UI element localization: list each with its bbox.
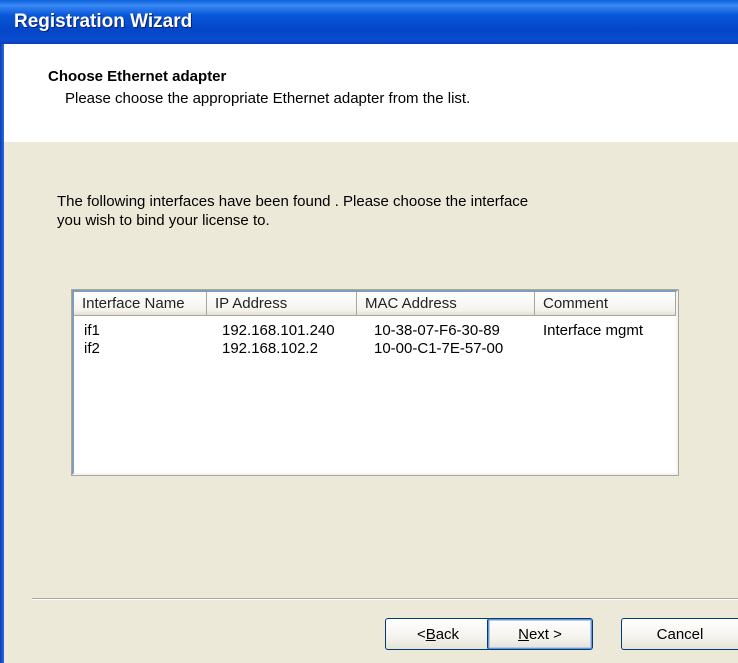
- column-header-comment[interactable]: Comment: [535, 292, 676, 316]
- next-button-rest: ext >: [528, 625, 562, 643]
- back-button-prefix: <: [416, 625, 426, 643]
- back-button[interactable]: < Back: [385, 618, 491, 650]
- cell-interface-name: if1: [84, 322, 100, 339]
- list-item-if2[interactable]: if2 192.168.102.2 10-00-C1-7E-57-00: [74, 340, 676, 358]
- cell-comment: Interface mgmt: [543, 322, 644, 339]
- title-bar[interactable]: Registration Wizard: [0, 0, 738, 44]
- cell-comment: [535, 340, 676, 358]
- column-header-ip-address[interactable]: IP Address: [207, 292, 357, 316]
- instructions-line-2: you wish to bind your license to.: [57, 212, 270, 229]
- list-item-if1[interactable]: if1 192.168.101.240 10-38-07-F6-30-89 In…: [74, 322, 676, 340]
- cancel-button[interactable]: Cancel: [621, 618, 738, 650]
- list-body: if1 192.168.101.240 10-38-07-F6-30-89 In…: [74, 322, 676, 358]
- page-subtitle: Please choose the appropriate Ethernet a…: [65, 90, 471, 107]
- instructions: The following interfaces have been found…: [57, 192, 657, 230]
- cell-mac-address: 10-38-07-F6-30-89: [374, 322, 500, 339]
- column-header-interface-name[interactable]: Interface Name: [74, 292, 207, 316]
- column-header-mac-address[interactable]: MAC Address: [357, 292, 535, 316]
- instructions-line-1: The following interfaces have been found…: [57, 193, 529, 210]
- wizard-header: Choose Ethernet adapter Please choose th…: [4, 44, 738, 142]
- list-header: Interface Name IP Address MAC Address Co…: [74, 292, 676, 316]
- interface-list[interactable]: Interface Name IP Address MAC Address Co…: [71, 289, 679, 476]
- cell-interface-name: if2: [84, 340, 100, 357]
- cell-ip-address: 192.168.101.240: [222, 322, 335, 339]
- back-button-rest: ack: [435, 625, 460, 643]
- next-button-mnemonic: N: [518, 625, 529, 643]
- footer-divider: [32, 598, 738, 600]
- back-button-mnemonic: B: [425, 625, 436, 643]
- window-title: Registration Wizard: [14, 11, 193, 32]
- cell-mac-address: 10-00-C1-7E-57-00: [374, 340, 504, 357]
- next-button[interactable]: Next >: [487, 618, 593, 650]
- page-title: Choose Ethernet adapter: [48, 68, 227, 85]
- cell-ip-address: 192.168.102.2: [222, 340, 318, 357]
- cancel-button-label: Cancel: [656, 625, 704, 643]
- header-divider: [4, 141, 738, 142]
